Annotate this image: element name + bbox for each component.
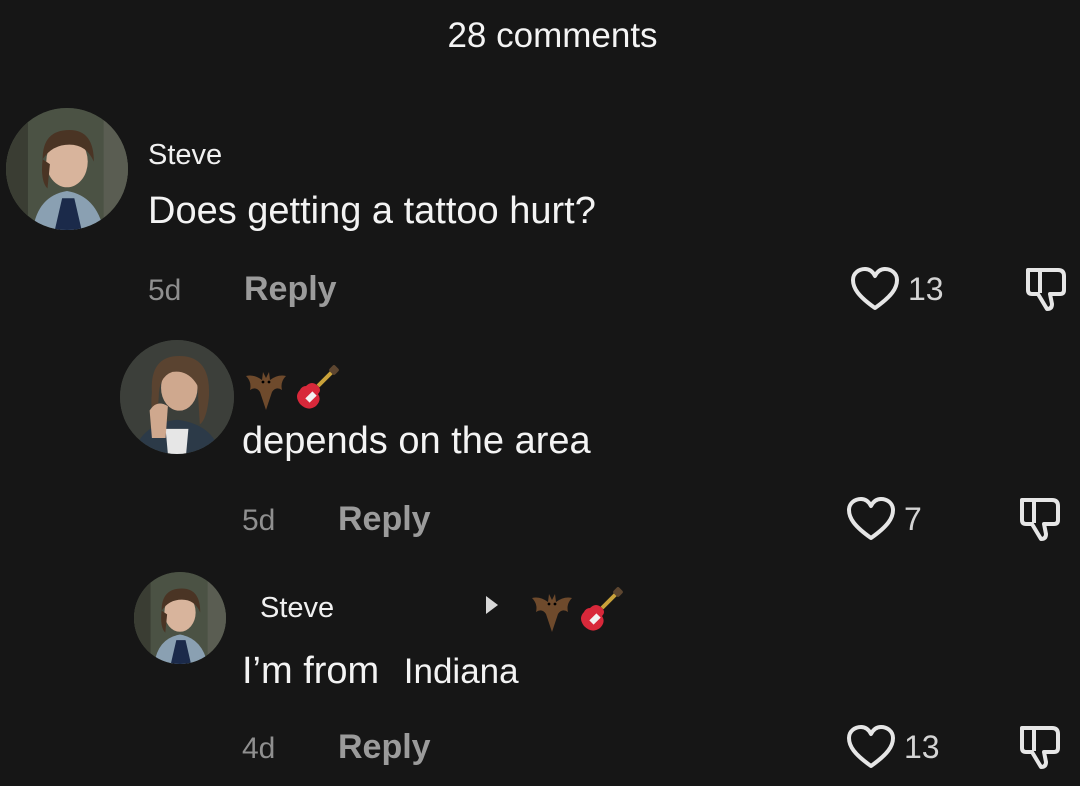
like-button[interactable]: 13 xyxy=(850,266,944,312)
reply-button[interactable]: Reply xyxy=(338,728,431,767)
heart-icon xyxy=(851,267,899,310)
steve-avatar-image xyxy=(6,108,128,230)
guitar-emoji-icon xyxy=(581,587,623,631)
comment-text-prefix: I’m from xyxy=(242,650,380,692)
username-emojis[interactable] xyxy=(242,364,340,412)
dislike-button[interactable] xyxy=(1016,494,1068,542)
comment-text: Does getting a tattoo hurt? xyxy=(148,190,596,232)
reply-to-emojis[interactable] xyxy=(528,586,624,634)
like-button[interactable]: 13 xyxy=(846,724,940,770)
like-count: 13 xyxy=(904,728,940,765)
comment-timestamp: 5d xyxy=(242,504,276,537)
bat-emoji-icon xyxy=(246,372,286,410)
like-count: 13 xyxy=(908,270,944,307)
eddie-avatar-image xyxy=(120,340,234,454)
steve-avatar-image xyxy=(134,572,226,664)
avatar[interactable] xyxy=(134,572,226,664)
thumbs-down-icon xyxy=(1026,268,1066,311)
dislike-button[interactable] xyxy=(1022,264,1074,312)
heart-icon xyxy=(847,497,895,540)
reply-button[interactable]: Reply xyxy=(338,500,431,539)
comment-timestamp: 5d xyxy=(148,274,182,307)
heart-icon xyxy=(847,725,895,768)
comment-text-suffix: Indiana xyxy=(403,652,519,691)
reply-arrow-icon xyxy=(486,596,498,614)
avatar[interactable] xyxy=(120,340,234,454)
comment-text: depends on the area xyxy=(242,420,591,462)
comments-screen: 28 comments Steve Does getting a tattoo … xyxy=(0,0,1080,786)
like-count: 7 xyxy=(904,500,922,537)
thumbs-down-icon xyxy=(1020,726,1060,769)
like-button[interactable]: 7 xyxy=(846,496,922,542)
reply-button[interactable]: Reply xyxy=(244,270,337,309)
thumbs-down-icon xyxy=(1020,498,1060,541)
comment-timestamp: 4d xyxy=(242,732,276,765)
comment-text: I’m from Indiana xyxy=(242,650,519,693)
dislike-button[interactable] xyxy=(1016,722,1068,770)
avatar[interactable] xyxy=(6,108,128,230)
bat-emoji-icon xyxy=(532,594,572,632)
comments-count-title: 28 comments xyxy=(447,16,658,55)
guitar-emoji-icon xyxy=(297,365,339,409)
comment-username[interactable]: Steve xyxy=(148,139,222,172)
comment-username[interactable]: Steve xyxy=(260,592,334,625)
